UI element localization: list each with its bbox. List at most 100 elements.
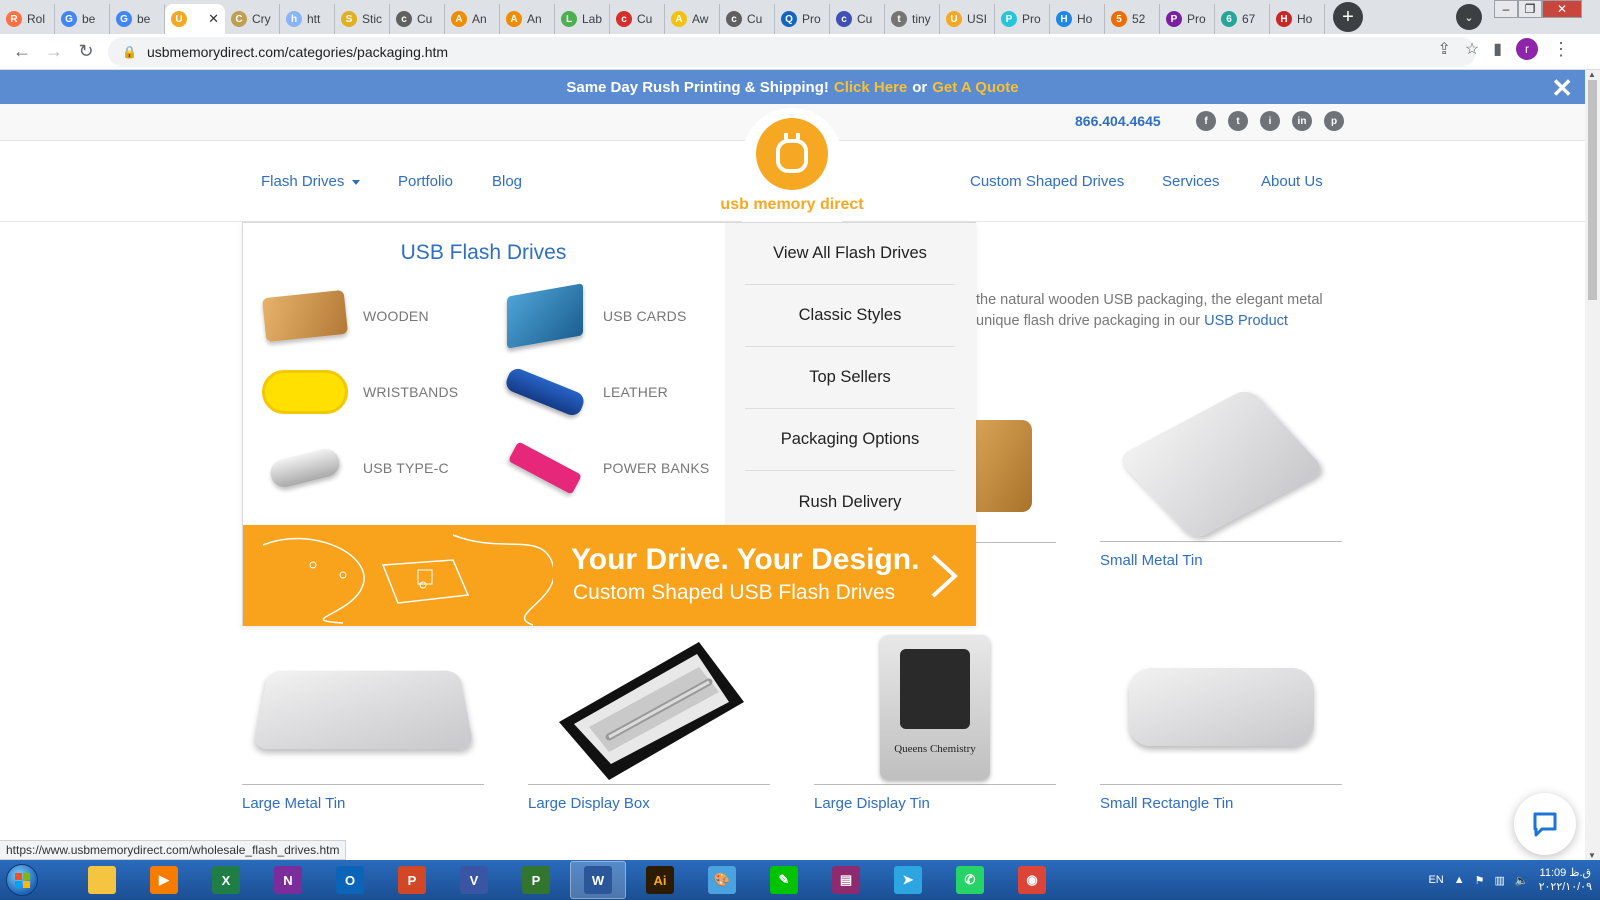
page-scrollbar[interactable]: ▲ ▼ bbox=[1585, 70, 1600, 860]
browser-tab[interactable]: c Cu bbox=[830, 4, 885, 34]
start-button[interactable] bbox=[0, 860, 44, 900]
product-small-metal-tin[interactable]: Small Metal Tin bbox=[1100, 387, 1342, 569]
back-button[interactable]: ← bbox=[6, 36, 38, 68]
taskbar-app-media-player[interactable]: ▶ bbox=[136, 861, 192, 899]
category-usb-cards[interactable]: USB CARDS bbox=[499, 283, 686, 349]
phone-link[interactable]: 866.404.4645 bbox=[1075, 113, 1161, 129]
browser-tab[interactable]: c Cu bbox=[390, 4, 445, 34]
browser-tab[interactable]: c Cu bbox=[720, 4, 775, 34]
product-image[interactable] bbox=[242, 630, 484, 785]
facebook-icon[interactable]: f bbox=[1196, 111, 1216, 131]
banner-get-quote-link[interactable]: Get A Quote bbox=[932, 79, 1018, 96]
wristband-image[interactable] bbox=[259, 361, 351, 423]
browser-tab[interactable]: L Lab bbox=[555, 4, 610, 34]
browser-tab[interactable]: R Rol bbox=[0, 4, 55, 34]
product-caption[interactable]: Large Display Tin bbox=[814, 795, 1056, 812]
banner-click-here-link[interactable]: Click Here bbox=[834, 79, 907, 96]
chat-widget-button[interactable] bbox=[1514, 793, 1576, 855]
taskbar-app-winrar[interactable]: ▤ bbox=[818, 861, 874, 899]
scrollbar-thumb[interactable] bbox=[1588, 80, 1597, 300]
product-image[interactable] bbox=[528, 630, 770, 785]
taskbar-app-line[interactable]: ✎ bbox=[756, 861, 812, 899]
clock[interactable]: 11:09 ق.ظ ۲۰۲۲/۱۰/۰۹ bbox=[1539, 866, 1592, 894]
category-label[interactable]: POWER BANKS bbox=[603, 460, 709, 476]
taskbar-app-paint[interactable]: 🎨 bbox=[694, 861, 750, 899]
scroll-down-icon[interactable]: ▼ bbox=[1588, 851, 1596, 860]
taskbar-app-outlook[interactable]: O bbox=[322, 861, 378, 899]
side-panel-icon[interactable]: ▮ bbox=[1493, 39, 1502, 59]
link-packaging-options[interactable]: Packaging Options bbox=[745, 409, 955, 471]
nav-about-us[interactable]: About Us bbox=[1261, 173, 1323, 190]
address-bar[interactable]: 🔒 usbmemorydirect.com/categories/packagi… bbox=[108, 37, 1476, 67]
usb-type-c-image[interactable] bbox=[259, 437, 351, 499]
chevron-right-icon[interactable] bbox=[929, 553, 959, 599]
link-top-sellers[interactable]: Top Sellers bbox=[745, 347, 955, 409]
browser-tab[interactable]: U ✕ bbox=[165, 4, 225, 34]
action-center-icon[interactable]: ⚑ bbox=[1475, 874, 1485, 887]
taskbar-app-onenote[interactable]: N bbox=[260, 861, 316, 899]
browser-menu-icon[interactable]: ⋮ bbox=[1552, 39, 1570, 60]
browser-tab[interactable]: A Aw bbox=[665, 4, 720, 34]
share-icon[interactable]: ⇪ bbox=[1437, 39, 1450, 59]
browser-tab[interactable]: H Ho bbox=[1050, 4, 1105, 34]
linkedin-icon[interactable]: in bbox=[1292, 111, 1312, 131]
forward-button[interactable]: → bbox=[38, 36, 70, 68]
browser-tab[interactable]: A An bbox=[500, 4, 555, 34]
taskbar-app-project[interactable]: P bbox=[508, 861, 564, 899]
site-logo[interactable]: usb memory direct bbox=[720, 108, 864, 223]
taskbar-app-whatsapp[interactable]: ✆ bbox=[942, 861, 998, 899]
category-wooden[interactable]: WOODEN bbox=[259, 285, 429, 347]
browser-tab[interactable]: c Cu bbox=[610, 4, 665, 34]
browser-tab[interactable]: 5 52 bbox=[1105, 4, 1160, 34]
browser-tab[interactable]: Gbe bbox=[110, 4, 165, 34]
browser-tab[interactable]: 6 67 bbox=[1215, 4, 1270, 34]
link-rush-delivery[interactable]: Rush Delivery bbox=[745, 471, 955, 533]
browser-tab[interactable]: P Pro bbox=[1160, 4, 1215, 34]
product-image[interactable] bbox=[1100, 630, 1342, 785]
category-label[interactable]: LEATHER bbox=[603, 384, 668, 400]
tray-expand-icon[interactable]: ▲ bbox=[1454, 874, 1465, 886]
taskbar-app-excel[interactable]: X bbox=[198, 861, 254, 899]
bookmark-star-icon[interactable]: ☆ bbox=[1465, 39, 1479, 59]
taskbar-app-visio[interactable]: V bbox=[446, 861, 502, 899]
category-label[interactable]: WRISTBANDS bbox=[363, 384, 458, 400]
category-label[interactable]: WOODEN bbox=[363, 308, 429, 324]
product-large-display-tin[interactable]: Queens Chemistry Large Display Tin bbox=[814, 630, 1056, 812]
nav-flash-drives[interactable]: Flash Drives bbox=[261, 173, 361, 190]
browser-tab[interactable]: Q Pro bbox=[775, 4, 830, 34]
mega-menu-title[interactable]: USB Flash Drives bbox=[243, 241, 724, 265]
twitter-icon[interactable]: t bbox=[1228, 111, 1248, 131]
nav-blog[interactable]: Blog bbox=[492, 173, 522, 190]
power-bank-image[interactable] bbox=[499, 437, 591, 499]
link-classic-styles[interactable]: Classic Styles bbox=[745, 285, 955, 347]
browser-tab[interactable]: C Cry bbox=[225, 4, 280, 34]
promo-title[interactable]: Your Drive. Your Design. bbox=[571, 543, 919, 577]
promo-subtitle[interactable]: Custom Shaped USB Flash Drives bbox=[573, 581, 895, 605]
category-leather[interactable]: LEATHER bbox=[499, 361, 668, 423]
new-tab-button[interactable]: + bbox=[1333, 2, 1363, 32]
network-icon[interactable]: ▥ bbox=[1495, 874, 1505, 887]
product-caption[interactable]: Small Metal Tin bbox=[1100, 552, 1342, 569]
pinterest-icon[interactable]: p bbox=[1324, 111, 1344, 131]
browser-tab[interactable]: A An bbox=[445, 4, 500, 34]
browser-tab[interactable]: Gbe bbox=[55, 4, 110, 34]
usb-card-image[interactable] bbox=[499, 283, 591, 349]
language-indicator[interactable]: EN bbox=[1428, 874, 1443, 886]
instagram-icon[interactable]: i bbox=[1260, 111, 1280, 131]
tab-search-button[interactable]: ⌄ bbox=[1456, 4, 1482, 30]
wooden-drive-image[interactable] bbox=[259, 285, 351, 347]
taskbar-app-file-explorer[interactable] bbox=[74, 861, 130, 899]
taskbar-app-chrome[interactable]: ◉ bbox=[1004, 861, 1060, 899]
restore-button[interactable]: ❐ bbox=[1518, 0, 1542, 18]
nav-custom-shaped-drives[interactable]: Custom Shaped Drives bbox=[970, 173, 1124, 190]
volume-icon[interactable]: 🔈 bbox=[1515, 874, 1529, 887]
product-caption[interactable]: Large Display Box bbox=[528, 795, 770, 812]
scroll-up-icon[interactable]: ▲ bbox=[1588, 70, 1596, 79]
category-label[interactable]: USB CARDS bbox=[603, 308, 686, 324]
taskbar-app-powerpoint[interactable]: P bbox=[384, 861, 440, 899]
nav-services[interactable]: Services bbox=[1162, 173, 1220, 190]
product-image[interactable]: Queens Chemistry bbox=[814, 630, 1056, 785]
link-view-all-flash-drives[interactable]: View All Flash Drives bbox=[745, 223, 955, 285]
product-large-metal-tin[interactable]: Large Metal Tin bbox=[242, 630, 484, 812]
product-caption[interactable]: Small Rectangle Tin bbox=[1100, 795, 1342, 812]
